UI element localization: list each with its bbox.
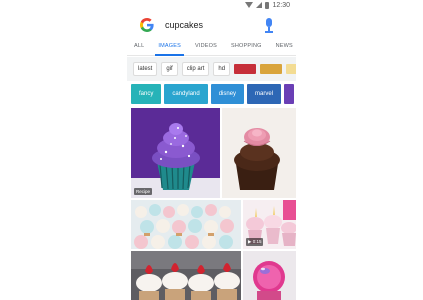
pink-sphere-image <box>243 251 296 300</box>
tab-shopping[interactable]: SHOPPING <box>224 38 269 56</box>
search-input[interactable]: cupcakes <box>165 20 262 30</box>
image-result-pink-sphere-cupcake[interactable] <box>243 251 296 300</box>
topic-chip-marvel[interactable]: marvel <box>247 84 282 104</box>
signal-icon <box>256 2 263 8</box>
image-result-purple-cupcake[interactable]: Recipe <box>131 108 220 198</box>
topic-chip-more[interactable] <box>284 84 295 104</box>
purple-cupcake-image <box>131 108 220 198</box>
video-duration-badge: ▶ 0:15 <box>246 238 264 246</box>
topic-chip-row: fancy candyland disney marvel <box>127 82 296 106</box>
status-bar: 12:30 <box>127 0 296 10</box>
phone-screen: 12:30 cupcakes ALL IMAGES VIDEOS SHOPPIN… <box>127 0 296 300</box>
image-results-grid: Recipe ▶ 0:15 <box>127 108 296 300</box>
topic-chip-fancy[interactable]: fancy <box>131 84 162 104</box>
filter-chip-row: latest gif clip art hd <box>127 57 296 81</box>
tab-videos[interactable]: VIDEOS <box>188 38 224 56</box>
chocolate-cupcake-image <box>222 108 296 198</box>
wifi-icon <box>245 2 254 8</box>
search-bar[interactable]: cupcakes <box>129 12 294 38</box>
color-chip-cream[interactable] <box>286 64 296 74</box>
topic-chip-candyland[interactable]: candyland <box>164 84 208 104</box>
color-chip-gold[interactable] <box>260 64 283 74</box>
microphone-icon[interactable] <box>262 17 276 33</box>
chip-clip-art[interactable]: clip art <box>181 62 210 76</box>
google-logo-icon <box>140 18 154 32</box>
tab-all[interactable]: ALL <box>127 38 151 56</box>
chip-hd[interactable]: hd <box>213 62 231 76</box>
strawberry-cupcakes-image <box>131 251 241 300</box>
search-tabs: ALL IMAGES VIDEOS SHOPPING NEWS <box>127 38 296 56</box>
chip-gif[interactable]: gif <box>161 62 178 76</box>
image-result-chocolate-rose-cupcake[interactable] <box>222 108 296 198</box>
pastel-cupcakes-image <box>131 200 241 249</box>
image-result-pastel-cupcakes[interactable] <box>131 200 241 249</box>
recipe-badge: Recipe <box>134 188 153 195</box>
image-result-strawberry-cupcakes[interactable] <box>131 251 241 300</box>
chip-latest[interactable]: latest <box>133 62 158 76</box>
color-chip-red[interactable] <box>234 64 257 74</box>
topic-chip-disney[interactable]: disney <box>210 84 245 104</box>
image-result-unicorn-cupcakes[interactable]: ▶ 0:15 <box>243 200 296 249</box>
tab-news[interactable]: NEWS <box>269 38 296 56</box>
tab-images[interactable]: IMAGES <box>151 38 188 56</box>
battery-icon <box>265 1 270 9</box>
status-time: 12:30 <box>272 1 290 9</box>
